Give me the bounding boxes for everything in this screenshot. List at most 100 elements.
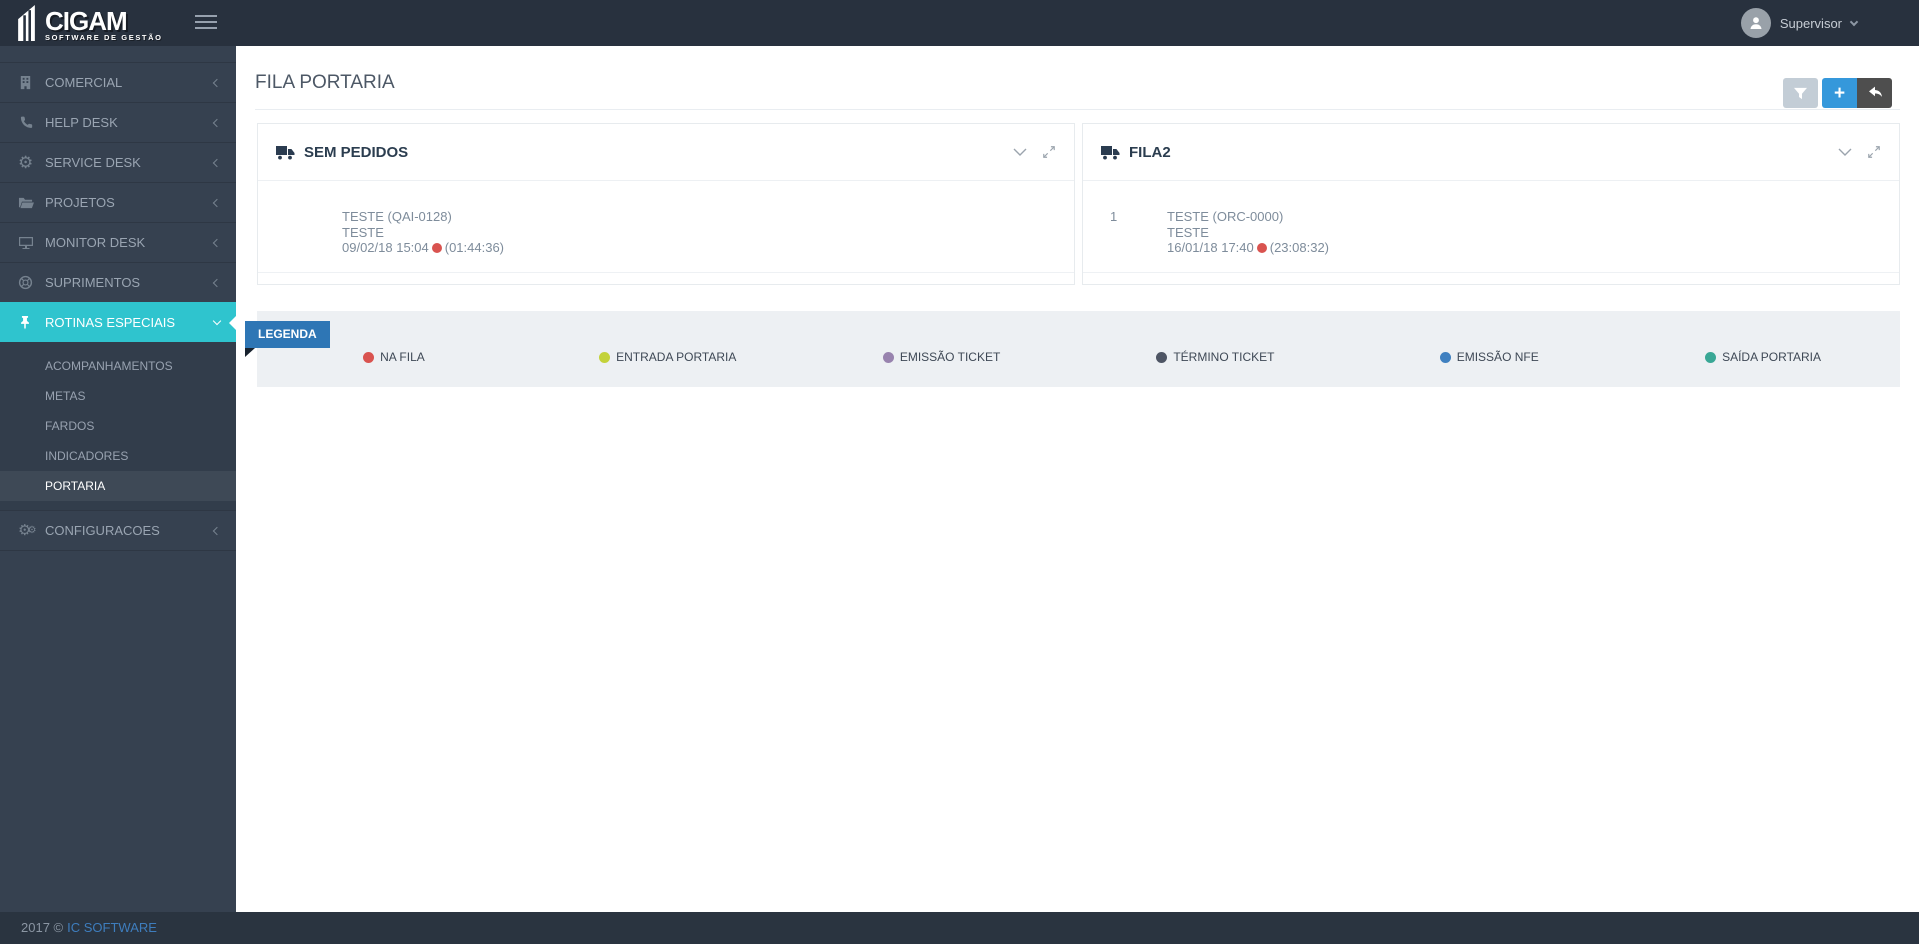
truck-icon	[1101, 145, 1120, 160]
panel-header: SEM PEDIDOS	[258, 124, 1074, 181]
legend-item-emissao-ticket: EMISSÃO TICKET	[805, 350, 1079, 364]
phone-icon	[18, 115, 45, 130]
logo-subtitle: SOFTWARE DE GESTÃO	[45, 33, 163, 42]
sidebar-item-label: ROTINAS ESPECIAIS	[45, 315, 176, 330]
monitor-icon	[18, 235, 45, 250]
collapse-panel-icon[interactable]	[1838, 148, 1852, 157]
sidebar-item-suprimentos[interactable]: SUPRIMENTOS	[0, 262, 236, 302]
sidebar-item-label: SERVICE DESK	[45, 155, 141, 170]
copyright-text: 2017 ©	[21, 920, 64, 935]
expand-panel-icon[interactable]	[1042, 145, 1056, 159]
ribbon-fold-corner	[245, 348, 255, 357]
header-divider	[255, 109, 1900, 110]
sidebar-item-comercial[interactable]: COMERCIAL	[0, 62, 236, 102]
top-header-bar: CIGAM SOFTWARE DE GESTÃO Supervisor	[0, 0, 1919, 46]
app-logo: CIGAM SOFTWARE DE GESTÃO	[13, 5, 163, 46]
page-title: FILA PORTARIA	[255, 72, 395, 93]
username-label: Supervisor	[1779, 15, 1842, 31]
page-toolbar: +	[1783, 78, 1892, 108]
legend-dot	[1439, 351, 1451, 363]
legend-dot	[1156, 351, 1168, 363]
order-name: TESTE	[342, 224, 384, 240]
legend-bar: LEGENDA NA FILA ENTRADA PORTARIA EMISSÃO…	[245, 311, 1900, 387]
queue-row[interactable]: TESTE (QAI-0128) TESTE 09/02/18 15:04 (01…	[258, 181, 1074, 273]
panel-title: FILA2	[1129, 143, 1171, 161]
gear-icon: ⚙	[18, 153, 34, 172]
chevron-left-icon	[212, 238, 222, 247]
elapsed-time: (23:08:32)	[1269, 240, 1330, 255]
sidebar-item-monitor-desk[interactable]: MONITOR DESK	[0, 222, 236, 262]
folder-icon	[18, 195, 45, 210]
building-icon	[18, 75, 45, 90]
legend-dot	[882, 351, 894, 363]
sidebar: COMERCIAL HELP DESK ⚙ SERVICE DESK PROJE…	[0, 46, 236, 912]
chevron-left-icon	[212, 198, 222, 207]
chevron-down-icon	[1849, 17, 1859, 26]
sidebar-item-indicadores[interactable]: INDICADORES	[0, 441, 236, 471]
chevron-left-icon	[212, 278, 222, 287]
funnel-icon	[1794, 87, 1807, 99]
sidebar-item-label: HELP DESK	[45, 115, 118, 130]
panel-sem-pedidos: SEM PEDIDOS TESTE (QAI-0128) TESTE 09/02…	[257, 123, 1075, 285]
order-reference: TESTE (ORC-0000)	[1167, 209, 1284, 224]
ic-software-link[interactable]: IC SOFTWARE	[67, 920, 157, 935]
life-ring-icon	[18, 275, 45, 290]
sidebar-item-configuracoes[interactable]: ⚙ ⚙ CONFIGURACOES	[0, 510, 236, 550]
sidebar-item-label: PROJETOS	[45, 195, 115, 210]
sidebar-item-acompanhamentos[interactable]: ACOMPANHAMENTOS	[0, 351, 236, 381]
sidebar-item-label: COMERCIAL	[45, 75, 123, 90]
page-header: FILA PORTARIA +	[236, 46, 1919, 110]
sidebar-item-metas[interactable]: METAS	[0, 381, 236, 411]
truck-icon	[276, 145, 295, 160]
plus-icon: +	[1833, 82, 1846, 104]
sidebar-item-label: CONFIGURACOES	[45, 523, 160, 538]
sidebar-item-projetos[interactable]: PROJETOS	[0, 182, 236, 222]
queue-row[interactable]: 1 TESTE (ORC-0000) TESTE 16/01/18 17:40(…	[1083, 181, 1899, 273]
expand-panel-icon[interactable]	[1867, 145, 1881, 159]
chevron-left-icon	[212, 526, 222, 535]
chevron-left-icon	[212, 158, 222, 167]
sidebar-menu: COMERCIAL HELP DESK ⚙ SERVICE DESK PROJE…	[0, 62, 236, 551]
sidebar-item-service-desk[interactable]: ⚙ SERVICE DESK	[0, 142, 236, 182]
sidebar-item-rotinas-especiais[interactable]: ROTINAS ESPECIAIS	[0, 302, 236, 342]
sidebar-item-label: MONITOR DESK	[45, 235, 146, 250]
legend-dot	[599, 351, 611, 363]
elapsed-time: (01:44:36)	[444, 240, 505, 255]
order-datetime-row: 16/01/18 17:40 (23:08:32)	[1167, 240, 1330, 255]
queue-panels: SEM PEDIDOS TESTE (QAI-0128) TESTE 09/02…	[257, 123, 1900, 285]
chevron-down-icon	[212, 316, 222, 326]
sidebar-item-portaria[interactable]: PORTARIA	[0, 471, 236, 501]
add-button[interactable]: +	[1822, 78, 1857, 108]
collapse-panel-icon[interactable]	[1013, 148, 1027, 157]
sidebar-item-help-desk[interactable]: HELP DESK	[0, 102, 236, 142]
status-dot	[1256, 243, 1267, 253]
order-name: TESTE	[1167, 224, 1209, 240]
logo-title: CIGAM	[45, 6, 128, 36]
user-icon	[1750, 17, 1762, 29]
filter-button[interactable]	[1783, 78, 1818, 108]
chevron-left-icon	[212, 78, 222, 87]
back-button[interactable]	[1857, 78, 1892, 108]
page-footer: 2017 © IC SOFTWARE	[0, 912, 1919, 944]
order-reference: TESTE (QAI-0128)	[342, 209, 452, 224]
legend-item-entrada-portaria: ENTRADA PORTARIA	[531, 350, 805, 364]
gears-icon: ⚙ ⚙	[18, 522, 36, 539]
sidebar-item-fardos[interactable]: FARDOS	[0, 411, 236, 441]
user-avatar	[1740, 8, 1771, 38]
legend-dot	[1705, 351, 1717, 363]
order-datetime-row: 09/02/18 15:04 (01:44:36)	[342, 240, 505, 255]
rotinas-especiais-submenu: ACOMPANHAMENTOS METAS FARDOS INDICADORES…	[0, 342, 236, 510]
panel-fila2: FILA2 1 TESTE (ORC-0000) TESTE 16/01/18 …	[1082, 123, 1900, 285]
queue-position: 1	[1110, 209, 1118, 224]
hamburger-menu-icon[interactable]	[195, 15, 217, 31]
pin-icon	[18, 315, 45, 330]
panel-title: SEM PEDIDOS	[304, 143, 409, 161]
legend-item-saida-portaria: SAÍDA PORTARIA	[1626, 350, 1900, 364]
legend-item-emissao-nfe: EMISSÃO NFE	[1352, 350, 1626, 364]
legend-item-na-fila: NA FILA	[257, 350, 531, 364]
sidebar-item-label: SUPRIMENTOS	[45, 275, 141, 290]
legend-dot	[363, 351, 375, 363]
legend-ribbon: LEGENDA	[245, 321, 330, 348]
main-content: FILA PORTARIA + SEM PEDIDOS TESTE (QAI-0…	[236, 46, 1919, 912]
user-menu[interactable]: Supervisor	[1740, 0, 1859, 46]
